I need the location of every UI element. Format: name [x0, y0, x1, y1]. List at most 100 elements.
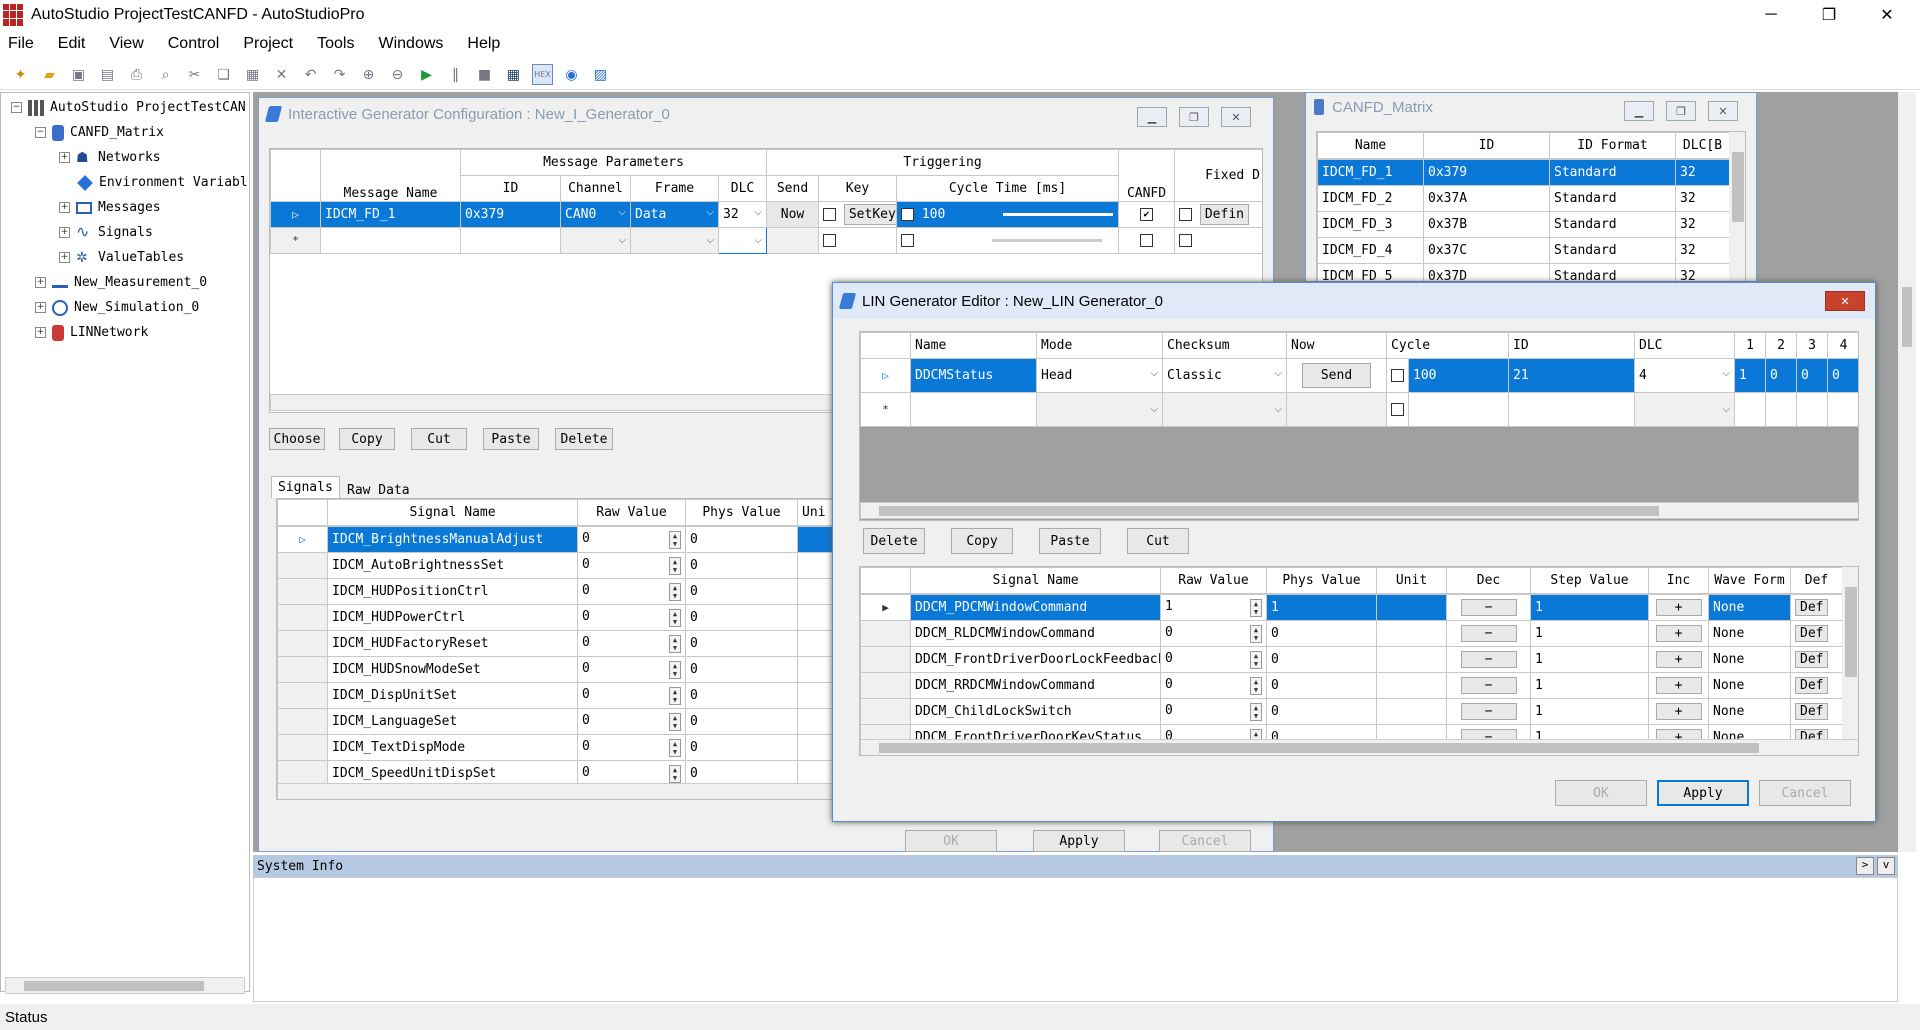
increment-button[interactable]: + [1655, 651, 1702, 668]
lin-send-button[interactable]: Send [1301, 363, 1372, 388]
dlc-cell[interactable]: 32 [1675, 185, 1730, 212]
raw-value-cell[interactable]: 0▲▼ [577, 734, 686, 761]
id-cell[interactable]: 0x37A [1423, 185, 1550, 212]
wave-form-cell[interactable]: None [1708, 646, 1791, 673]
table-row[interactable]: ▷ DDCMStatus Head ⌵ Classic ⌵ Send 100 21 … [860, 358, 1858, 393]
lin-name-cell[interactable]: DDCMStatus [910, 358, 1037, 393]
close-button[interactable]: ✕ [1858, 0, 1916, 29]
row-header[interactable] [277, 578, 328, 605]
canfd-checkbox[interactable]: ✔ [1140, 208, 1154, 221]
col-cycle-time[interactable]: Cycle Time [ms] [896, 175, 1120, 202]
table-row[interactable]: DDCM_ChildLockSwitch 0 ▲ ▼ 0 −1 + None Def [860, 698, 1843, 725]
save-all-icon[interactable]: ▤ [97, 64, 118, 85]
dlc-cell[interactable]: 32 [1675, 237, 1730, 264]
paste-button[interactable]: Paste [483, 428, 539, 450]
decrement-button[interactable]: − [1460, 703, 1517, 720]
col-now[interactable]: Now [1286, 332, 1387, 359]
expand-icon[interactable]: + [59, 252, 70, 263]
name-cell[interactable]: IDCM_FD_2 [1317, 185, 1424, 212]
table-row[interactable]: IDCM_FD_2 0x37A Standard 32 [1317, 185, 1730, 212]
send-now-button[interactable]: Now [766, 201, 820, 228]
table-row[interactable]: ▶ DDCM_PDCMWindowCommand 1 ▲ ▼ 1−1 + None Def [860, 594, 1843, 621]
col-byte-4[interactable]: 4 [1827, 332, 1858, 359]
copy-icon[interactable]: ❏ [213, 64, 234, 85]
chevron-down-icon[interactable]: ⌵ [706, 235, 714, 246]
chevron-down-icon[interactable]: ⌵ [1274, 404, 1282, 415]
new-row[interactable]: * ⌵ ⌵ ⌵ [270, 227, 1262, 254]
spinner-icon[interactable]: ▲▼ [1250, 598, 1262, 617]
menu-file[interactable]: File [8, 35, 34, 53]
col-dec[interactable]: Dec [1446, 567, 1531, 594]
ig-ok-button[interactable]: OK [905, 830, 997, 852]
chevron-right-icon[interactable]: > [1856, 857, 1874, 875]
redo-icon[interactable]: ↷ [329, 64, 350, 85]
cycle-cell[interactable]: 100 [896, 201, 1120, 228]
lin-copy-button[interactable]: Copy [951, 528, 1013, 554]
default-cell[interactable]: Def [1790, 594, 1843, 621]
row-header[interactable] [277, 656, 328, 683]
lin-byte-1[interactable]: 1 [1734, 358, 1767, 393]
lin-byte-4[interactable]: 0 [1827, 358, 1858, 393]
row-header[interactable] [277, 630, 328, 657]
message-name-cell[interactable]: IDCM_FD_1 [320, 201, 461, 228]
expand-icon[interactable]: + [59, 227, 70, 238]
canfd-vscroll[interactable] [1729, 132, 1745, 281]
default-cell[interactable]: Def [1790, 698, 1843, 725]
pause-icon[interactable]: ‖ [445, 64, 466, 85]
col-inc[interactable]: Inc [1648, 567, 1709, 594]
print-icon[interactable]: ⎙ [126, 64, 147, 85]
col-frame[interactable]: Frame [630, 175, 719, 202]
default-button[interactable]: Def [1795, 677, 1829, 694]
menu-windows[interactable]: Windows [378, 35, 443, 53]
col-id[interactable]: ID [1508, 332, 1636, 359]
raw-value-cell[interactable]: 0▲▼ [577, 682, 686, 709]
phys-value-cell[interactable]: 0 [1266, 698, 1377, 725]
increment-button[interactable]: + [1655, 625, 1702, 642]
col-message-name[interactable]: Message Name [320, 149, 461, 202]
row-selected-icon[interactable]: ▷ [270, 201, 321, 228]
phys-value-cell[interactable]: 0 [685, 552, 798, 579]
fixed-checkbox[interactable] [1179, 208, 1193, 221]
wave-form-cell[interactable]: None [1708, 672, 1791, 699]
id-format-cell[interactable]: Standard [1549, 263, 1676, 281]
raw-value-cell[interactable]: 0▲▼ [577, 630, 686, 657]
dec-cell[interactable]: − [1446, 698, 1531, 725]
menu-view[interactable]: View [109, 35, 143, 53]
wave-form-cell[interactable]: None [1708, 620, 1791, 647]
row-selected-icon[interactable]: ▶ [860, 594, 911, 621]
default-button[interactable]: Def [1795, 651, 1829, 668]
col-byte-1[interactable]: 1 [1734, 332, 1767, 359]
expand-icon[interactable]: + [35, 327, 46, 338]
row-selected-icon[interactable]: ▷ [860, 358, 911, 393]
id-format-cell[interactable]: Standard [1549, 185, 1676, 212]
canfd-checkbox[interactable] [1140, 234, 1154, 247]
canfd-cell[interactable]: ✔ [1118, 201, 1176, 228]
col-dlc[interactable]: DLC[B [1675, 132, 1730, 159]
increment-button[interactable]: + [1655, 677, 1702, 694]
id-format-cell[interactable]: Standard [1549, 159, 1676, 186]
tree-lin-network[interactable]: + LINNetwork [35, 320, 148, 345]
expand-icon[interactable]: + [59, 202, 70, 213]
chevron-down-icon[interactable]: ⌵ [1150, 404, 1158, 415]
save-icon[interactable]: ▣ [68, 64, 89, 85]
spinner-icon[interactable]: ▲▼ [1250, 650, 1262, 669]
lin-cut-button[interactable]: Cut [1127, 528, 1189, 554]
lin-signal-hscroll[interactable] [860, 739, 1858, 755]
id-format-cell[interactable]: Standard [1549, 237, 1676, 264]
row-header[interactable] [860, 646, 911, 673]
decrement-button[interactable]: − [1460, 625, 1517, 642]
col-unit[interactable]: Unit [1376, 567, 1447, 594]
phys-value-cell[interactable]: 0 [685, 734, 798, 761]
ig-minimize-button[interactable]: ▁ [1137, 107, 1167, 127]
row-header[interactable] [860, 698, 911, 725]
raw-value-cell[interactable]: 0▲▼ [577, 604, 686, 631]
dec-cell[interactable]: − [1446, 594, 1531, 621]
dlc-cell[interactable]: 32 [1675, 211, 1730, 238]
new-row[interactable]: * ⌵ ⌵ ⌵ [860, 392, 1858, 427]
phys-value-cell[interactable]: 0 [685, 708, 798, 735]
frame-cell[interactable]: Data ⌵ [630, 201, 719, 228]
id-cell[interactable]: 0x379 [1423, 159, 1550, 186]
ig-restore-button[interactable]: ❐ [1179, 107, 1209, 127]
lin-cycle-cell[interactable]: 100 [1407, 358, 1510, 393]
dlc-cell[interactable]: 32 ⌵ [717, 201, 768, 228]
